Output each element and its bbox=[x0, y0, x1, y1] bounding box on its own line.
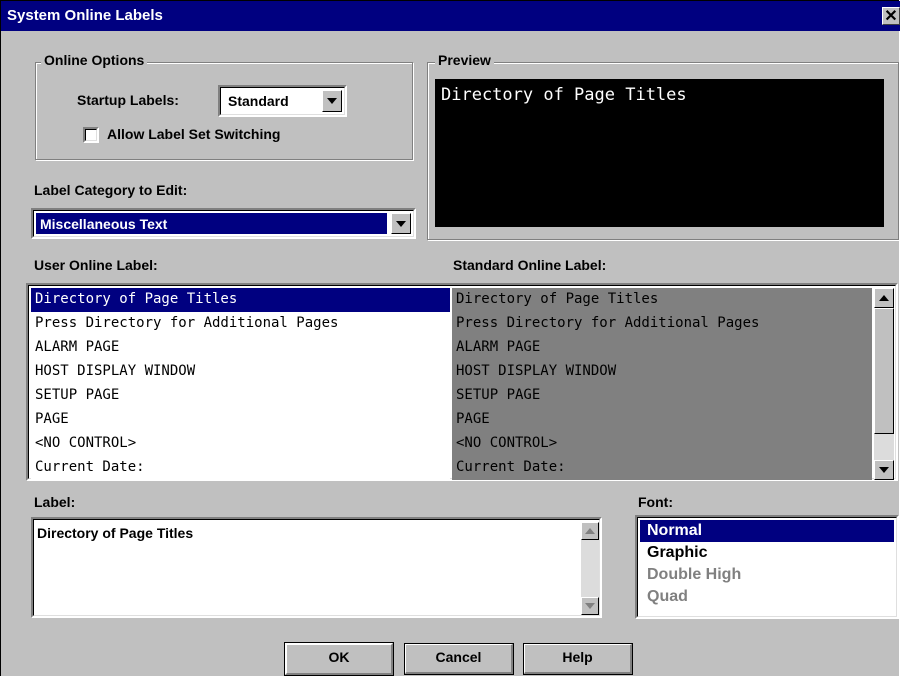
scroll-thumb[interactable] bbox=[874, 308, 894, 434]
cancel-button[interactable]: Cancel bbox=[404, 643, 514, 675]
close-button[interactable]: ✕ bbox=[882, 7, 900, 25]
label-category-highlight: Miscellaneous Text bbox=[36, 213, 387, 234]
user-label-item[interactable]: HOST DISPLAY WINDOW bbox=[31, 360, 450, 384]
font-option[interactable]: Graphic bbox=[640, 542, 894, 564]
font-option[interactable]: Normal bbox=[640, 520, 894, 542]
online-options-label: Online Options bbox=[41, 52, 148, 68]
user-label-item[interactable]: ALARM PAGE bbox=[31, 336, 450, 360]
user-online-label-header: User Online Label: bbox=[34, 257, 158, 273]
scroll-up-button[interactable] bbox=[874, 288, 894, 308]
startup-labels-value: Standard bbox=[228, 93, 289, 109]
label-textarea[interactable]: Directory of Page Titles bbox=[31, 517, 602, 618]
label-category-select[interactable]: Miscellaneous Text bbox=[31, 208, 416, 239]
ok-button[interactable]: OK bbox=[284, 642, 394, 676]
ok-button-label: OK bbox=[328, 649, 350, 665]
user-label-item[interactable]: Directory of Page Titles bbox=[31, 288, 450, 312]
cancel-button-label: Cancel bbox=[435, 649, 482, 665]
label-textarea-scrollbar[interactable] bbox=[581, 522, 599, 615]
help-button[interactable]: Help bbox=[523, 643, 633, 675]
standard-label-item: Press Directory for Additional Pages bbox=[456, 315, 760, 331]
scroll-down-button[interactable] bbox=[874, 460, 894, 480]
chevron-down-icon bbox=[396, 221, 406, 227]
chevron-down-icon bbox=[327, 98, 337, 104]
user-label-item[interactable]: PAGE bbox=[31, 408, 450, 432]
font-option: Quad bbox=[647, 588, 688, 605]
label-scroll-up-button[interactable] bbox=[581, 522, 599, 540]
close-icon: ✕ bbox=[884, 8, 898, 25]
standard-label-item: ALARM PAGE bbox=[456, 339, 541, 355]
label-textarea-value: Directory of Page Titles bbox=[37, 525, 194, 541]
font-option: Double High bbox=[647, 566, 742, 583]
startup-labels-dropdown-button[interactable] bbox=[322, 90, 342, 112]
standard-label-item: PAGE bbox=[456, 411, 490, 427]
label-category-dropdown-button[interactable] bbox=[391, 213, 411, 234]
user-online-label-list[interactable]: Directory of Page Titles Press Directory … bbox=[31, 288, 450, 480]
label-scroll-down-button[interactable] bbox=[581, 597, 599, 615]
labels-list-box: Directory of Page Titles Press Directory … bbox=[26, 283, 898, 481]
label-category-label: Label Category to Edit: bbox=[34, 182, 188, 198]
label-category-value: Miscellaneous Text bbox=[40, 216, 168, 232]
user-label-item[interactable]: <NO CONTROL> bbox=[31, 432, 450, 456]
standard-label-item: <NO CONTROL> bbox=[456, 435, 558, 451]
font-list[interactable]: Normal Graphic Double High Quad bbox=[635, 515, 899, 619]
chevron-up-icon bbox=[585, 528, 595, 534]
allow-label-set-switching-label: Allow Label Set Switching bbox=[107, 126, 281, 142]
startup-labels-select[interactable]: Standard bbox=[218, 85, 347, 117]
preview-display: Directory of Page Titles bbox=[435, 79, 884, 227]
dialog-window: System Online Labels ✕ Online Options St… bbox=[0, 0, 900, 676]
chevron-down-icon bbox=[879, 467, 889, 473]
label-field-label: Label: bbox=[34, 494, 76, 510]
allow-label-set-switching-checkbox[interactable] bbox=[83, 127, 99, 143]
preview-label: Preview bbox=[435, 52, 494, 68]
user-label-item[interactable]: Press Directory for Additional Pages bbox=[31, 312, 450, 336]
font-label: Font: bbox=[638, 494, 673, 510]
help-button-label: Help bbox=[562, 649, 593, 665]
standard-label-item: Directory of Page Titles bbox=[456, 291, 659, 307]
window-title: System Online Labels bbox=[7, 7, 163, 24]
chevron-down-icon bbox=[585, 603, 595, 609]
title-bar[interactable]: System Online Labels ✕ bbox=[1, 1, 900, 31]
startup-labels-label: Startup Labels: bbox=[77, 92, 179, 108]
standard-online-label-header: Standard Online Label: bbox=[453, 257, 607, 273]
labels-list-scrollbar[interactable] bbox=[874, 288, 894, 480]
standard-label-item: SETUP PAGE bbox=[456, 387, 541, 403]
user-label-item[interactable]: Current Date: bbox=[31, 456, 450, 480]
chevron-up-icon bbox=[879, 295, 889, 301]
standard-label-item: HOST DISPLAY WINDOW bbox=[456, 363, 617, 379]
preview-text: Directory of Page Titles bbox=[441, 85, 687, 105]
standard-label-item: Current Date: bbox=[456, 459, 566, 475]
user-label-item[interactable]: SETUP PAGE bbox=[31, 384, 450, 408]
standard-online-label-list: Directory of Page Titles Press Directory … bbox=[452, 288, 872, 480]
